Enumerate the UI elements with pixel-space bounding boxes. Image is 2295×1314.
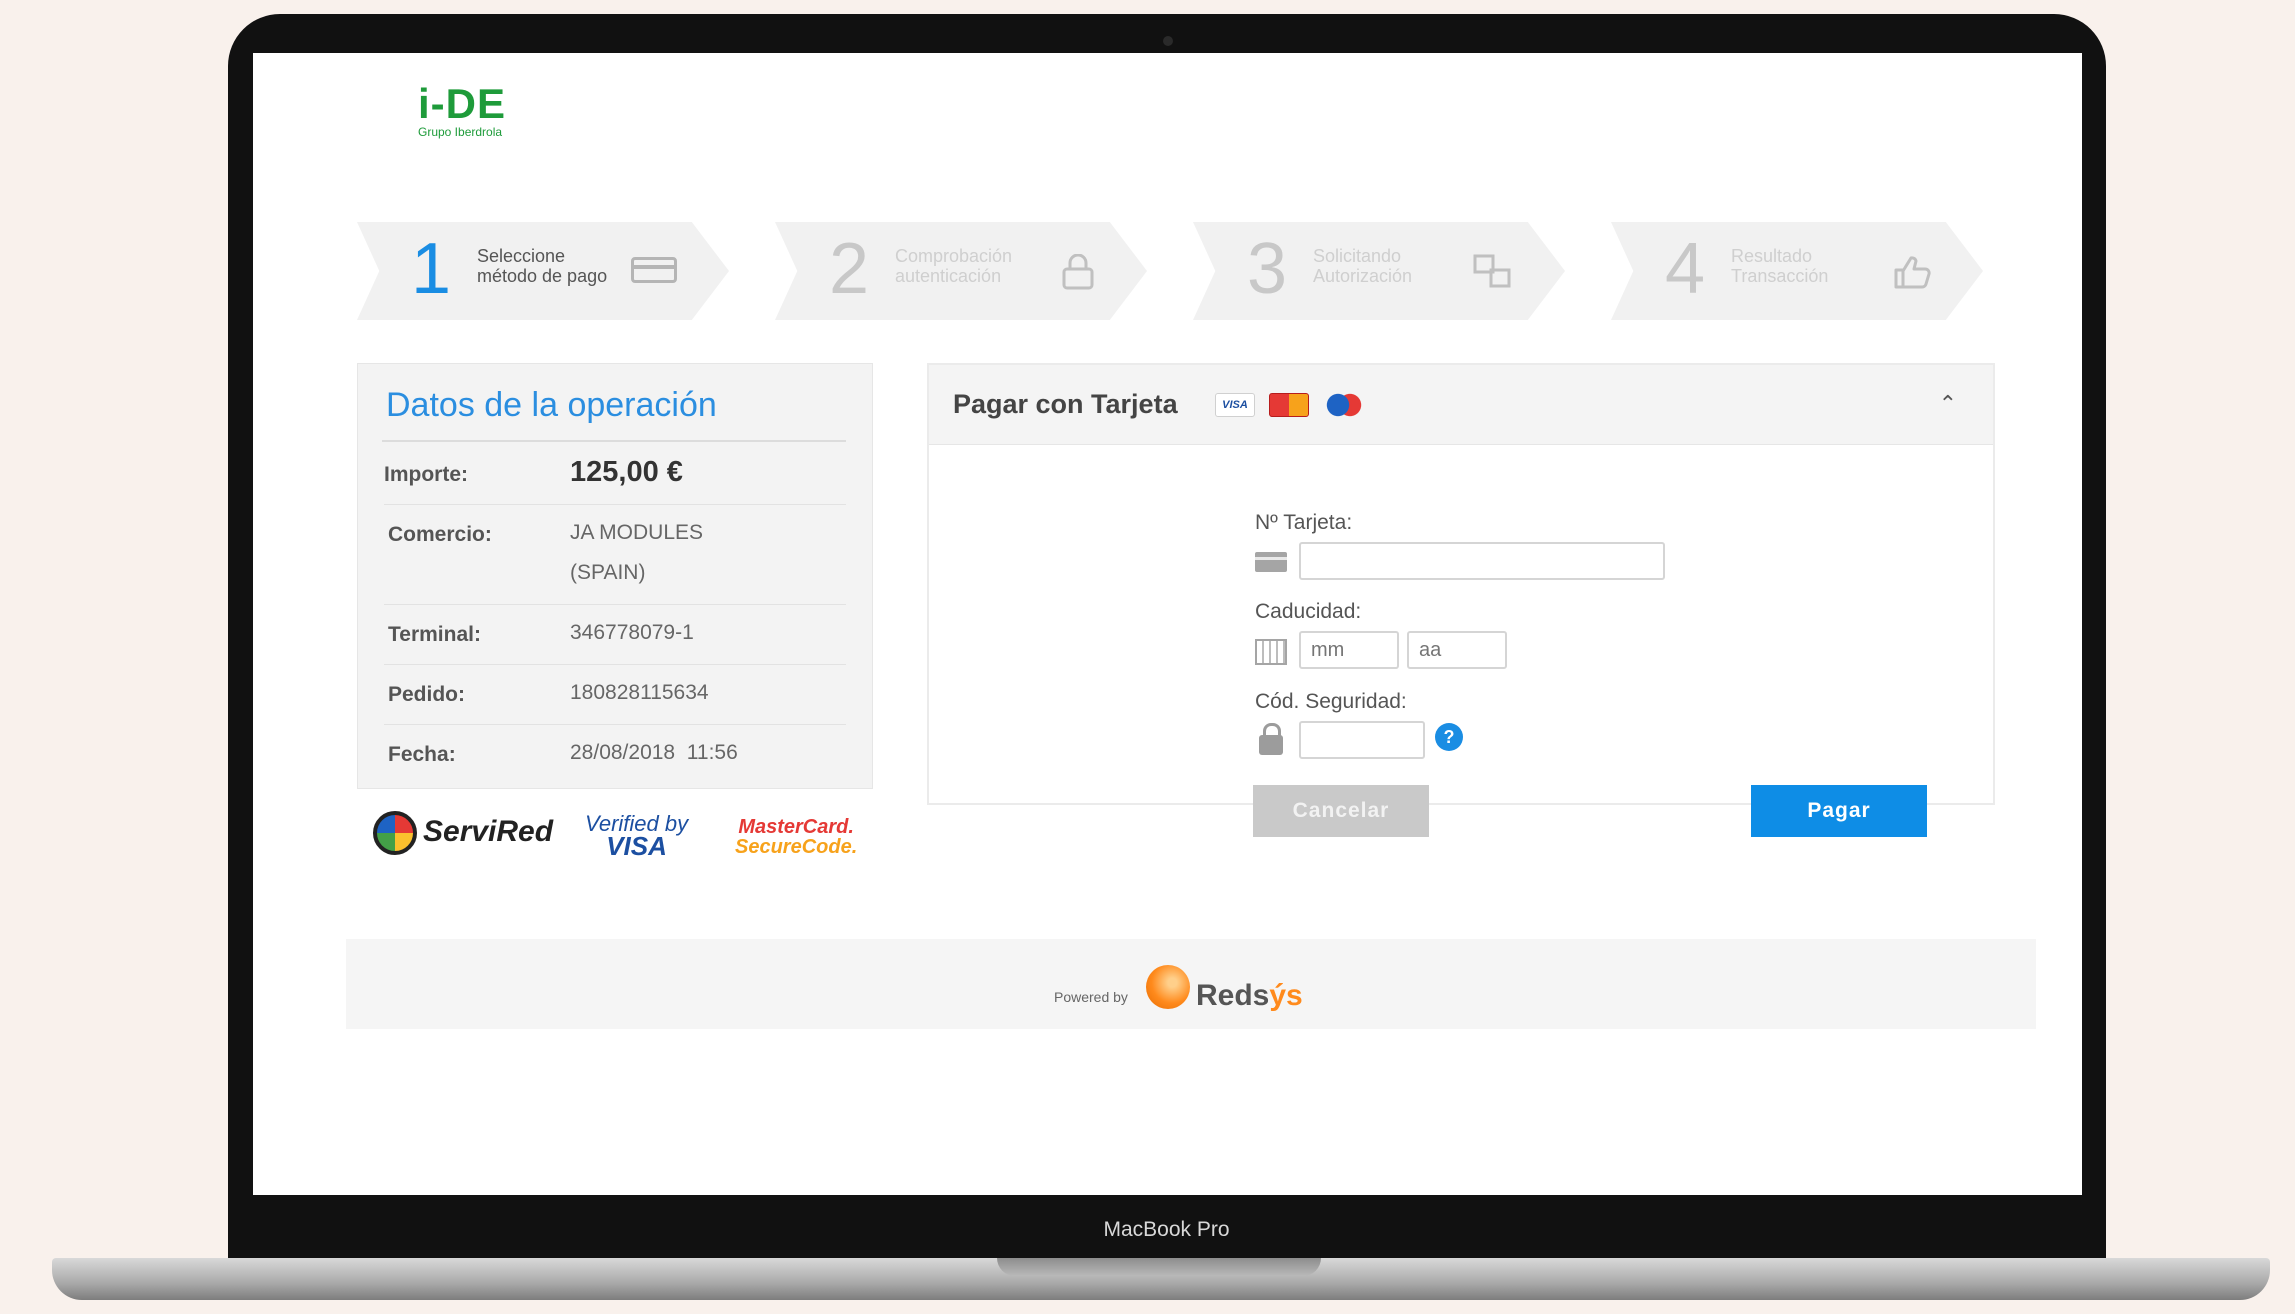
row-amount: Importe: 125,00 €	[384, 442, 846, 504]
step-line1: Resultado	[1731, 246, 1813, 266]
transfer-icon	[1473, 254, 1513, 298]
logo-main-text: i-DE	[418, 80, 506, 127]
maestro-card-icon	[1323, 393, 1364, 417]
device-label: MacBook Pro	[1103, 1218, 1230, 1241]
step-text: Comprobación autenticación	[895, 246, 1075, 286]
merchant-value: JA MODULES	[570, 521, 704, 544]
camera-dot	[1163, 36, 1173, 46]
mastercard-securecode-logo: MasterCard. SecureCode.	[735, 817, 857, 857]
order-value: 180828115634	[570, 681, 709, 704]
terminal-value: 346778079-1	[570, 621, 694, 644]
step-text: Seleccione método de pago	[477, 246, 657, 286]
lock-icon	[1061, 253, 1095, 298]
payment-steps: 1 Seleccione método de pago 2 Comprobaci…	[357, 222, 2017, 322]
date-value: 28/08/2018 11:56	[570, 741, 738, 764]
expiry-year-input[interactable]	[1407, 631, 1507, 669]
card-payment-header[interactable]: Pagar con Tarjeta VISA ⌃	[929, 365, 1993, 445]
card-number-icon	[1255, 552, 1287, 572]
mc-line2: SecureCode.	[735, 836, 858, 858]
step-number: 2	[829, 229, 870, 309]
visa-card-icon: VISA	[1215, 393, 1255, 417]
date-label: Fecha:	[388, 743, 456, 766]
redsys-mark-icon	[1146, 965, 1190, 1009]
cvv-help-icon[interactable]: ?	[1435, 723, 1463, 751]
servired-text: ServiRed	[423, 814, 554, 848]
card-number-label: Nº Tarjeta:	[1255, 511, 1353, 534]
calendar-icon	[1255, 639, 1287, 665]
merchant-country: (SPAIN)	[570, 561, 646, 584]
ide-logo: i-DE Grupo Iberdrola	[418, 80, 506, 139]
redsys-logo-text: Redsýs	[1196, 979, 1303, 1013]
servired-mark-icon	[373, 811, 417, 855]
laptop-base-notch	[997, 1258, 1321, 1276]
step-1: 1 Seleccione método de pago	[357, 222, 729, 320]
logo-sub-text: Grupo Iberdrola	[418, 125, 503, 139]
thumbs-up-icon	[1893, 254, 1931, 298]
amount-label: Importe:	[384, 463, 468, 486]
step-number: 3	[1247, 229, 1288, 309]
footer: Powered by Redsýs	[346, 939, 2036, 1029]
card-payment-panel: Pagar con Tarjeta VISA ⌃ Nº Tarjeta: Cad…	[927, 363, 1995, 837]
step-line2: autenticación	[895, 266, 1002, 286]
operation-panel: Datos de la operación Importe: 125,00 € …	[357, 363, 873, 789]
mastercard-card-icon	[1269, 393, 1310, 417]
cvv-label: Cód. Seguridad:	[1255, 690, 1407, 713]
card-payment-title: Pagar con Tarjeta	[953, 389, 1178, 419]
verified-by-visa-logo: Verified by VISA	[585, 813, 688, 861]
step-number: 4	[1665, 229, 1706, 309]
redsys-word-b: ýs	[1269, 979, 1303, 1012]
credit-card-icon	[631, 254, 677, 291]
powered-by-text: Powered by	[1054, 989, 1128, 1005]
step-2: 2 Comprobación autenticación	[775, 222, 1147, 320]
step-number: 1	[411, 229, 452, 309]
servired-logo: ServiRed	[373, 811, 553, 855]
row-merchant: Comercio: JA MODULES (SPAIN)	[384, 504, 846, 604]
amount-value: 125,00 €	[570, 456, 683, 488]
redsys-word-a: Reds	[1196, 979, 1270, 1012]
operation-title: Datos de la operación	[386, 386, 717, 424]
expiry-label: Caducidad:	[1255, 600, 1362, 623]
card-number-input[interactable]	[1299, 542, 1665, 580]
step-3: 3 Solicitando Autorización	[1193, 222, 1565, 320]
step-4: 4 Resultado Transacción	[1611, 222, 1983, 320]
accepted-cards: VISA	[1215, 393, 1374, 417]
chevron-up-icon[interactable]: ⌃	[1939, 391, 1957, 417]
order-label: Pedido:	[388, 683, 465, 706]
step-line2: método de pago	[477, 266, 608, 286]
cancel-button[interactable]: Cancelar	[1253, 785, 1429, 837]
mc-line1: MasterCard.	[738, 816, 854, 838]
security-brands: ServiRed Verified by VISA MasterCard. Se…	[373, 811, 873, 871]
step-text: Resultado Transacción	[1731, 246, 1911, 286]
pay-button[interactable]: Pagar	[1751, 785, 1927, 837]
step-line2: Autorización	[1313, 266, 1413, 286]
step-text: Solicitando Autorización	[1313, 246, 1493, 286]
terminal-label: Terminal:	[388, 623, 481, 646]
step-line2: Transacción	[1731, 266, 1829, 286]
cvv-lock-icon	[1259, 723, 1283, 755]
screen: i-DE Grupo Iberdrola 1 Seleccione método…	[253, 53, 2082, 1195]
cvv-input[interactable]	[1299, 721, 1425, 759]
step-line1: Solicitando	[1313, 246, 1402, 266]
expiry-month-input[interactable]	[1299, 631, 1399, 669]
step-line1: Comprobación	[895, 246, 1013, 266]
row-date: Fecha: 28/08/2018 11:56	[384, 724, 846, 784]
step-line1: Seleccione	[477, 246, 566, 266]
merchant-label: Comercio:	[388, 523, 492, 546]
row-order: Pedido: 180828115634	[384, 664, 846, 724]
row-terminal: Terminal: 346778079-1	[384, 604, 846, 664]
verified-line2: VISA	[606, 831, 667, 861]
